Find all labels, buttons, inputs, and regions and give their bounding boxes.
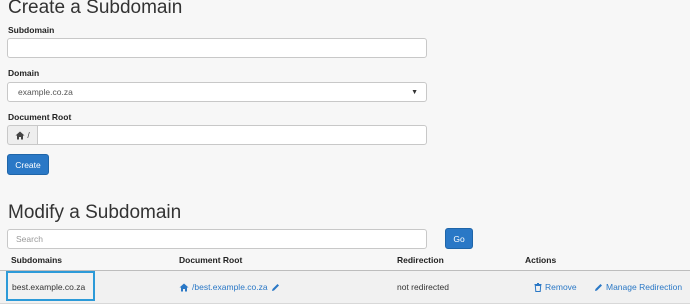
subdomain-cell: best.example.co.za — [12, 282, 86, 292]
domain-label: Domain — [8, 68, 40, 78]
trash-icon — [534, 282, 542, 292]
document-root-input[interactable] — [37, 125, 427, 145]
table-row — [0, 270, 690, 304]
document-root-addon: / — [7, 125, 37, 145]
document-root-prefix: / — [27, 130, 30, 140]
column-header-document-root[interactable]: Document Root — [179, 255, 242, 265]
caret-down-icon: ▼ — [411, 88, 418, 96]
column-header-subdomains[interactable]: Subdomains — [11, 255, 62, 265]
search-input[interactable] — [7, 229, 427, 249]
pencil-icon[interactable] — [271, 283, 280, 292]
column-header-redirection[interactable]: Redirection — [397, 255, 444, 265]
document-root-label: Document Root — [8, 112, 72, 122]
redirection-cell: not redirected — [397, 282, 449, 292]
domain-select-value: example.co.za — [18, 87, 73, 97]
create-button[interactable]: Create — [7, 154, 49, 175]
document-root-link-text[interactable]: /best.example.co.za — [192, 282, 268, 292]
column-header-actions: Actions — [525, 255, 557, 265]
pencil-icon — [594, 283, 603, 292]
create-subdomain-title: Create a Subdomain — [8, 0, 183, 18]
subdomain-input[interactable] — [7, 38, 427, 58]
modify-subdomain-title: Modify a Subdomain — [8, 202, 182, 223]
document-root-link[interactable]: /best.example.co.za — [179, 282, 280, 292]
home-icon — [15, 131, 25, 140]
manage-redirection-label[interactable]: Manage Redirection — [606, 282, 682, 292]
manage-redirection-link[interactable]: Manage Redirection — [594, 282, 682, 292]
remove-link[interactable]: Remove — [534, 282, 577, 292]
subdomain-label: Subdomain — [8, 25, 55, 35]
home-icon — [179, 283, 189, 292]
domain-select[interactable]: example.co.za ▼ — [7, 82, 427, 102]
go-button[interactable]: Go — [445, 228, 473, 249]
remove-link-label[interactable]: Remove — [545, 282, 577, 292]
